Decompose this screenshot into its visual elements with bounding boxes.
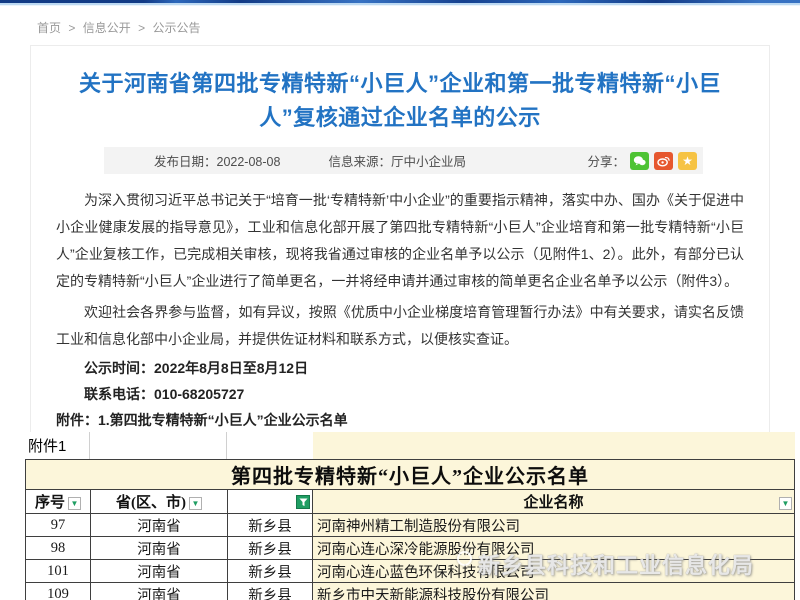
cell-county: 新乡县 <box>228 537 313 560</box>
cell-province: 河南省 <box>91 537 228 560</box>
share-group: 分享： ★ <box>587 151 697 170</box>
header-province-label: 省(区、市) <box>116 495 186 511</box>
attachment-link-1[interactable]: 1.第四批专精特新“小巨人”企业公示名单 <box>98 412 348 428</box>
table-row: 98 河南省 新乡县 河南心连心深冷能源股份有限公司 <box>26 537 795 560</box>
cell-serial: 109 <box>26 583 91 600</box>
annex-yellow-fill <box>313 432 795 459</box>
table-header-row: 序号▼ 省(区、市)▼ 企业名称▼ <box>26 490 795 514</box>
publish-date: 发布日期：2022-08-08 <box>154 151 280 170</box>
page-title: 关于河南省第四批专精特新“小巨人”企业和第一批专精特新“小巨人”复核通过企业名单… <box>69 67 731 135</box>
cell-province: 河南省 <box>91 583 228 600</box>
publicity-period: 公示时间：2022年8月8日至8月12日 <box>56 356 744 382</box>
cell-company: 新乡市中天新能源科技股份有限公司 <box>313 583 795 600</box>
cell-county: 新乡县 <box>228 514 313 537</box>
header-company-label: 企业名称 <box>523 495 583 511</box>
header-province: 省(区、市)▼ <box>91 490 228 514</box>
cell-serial: 101 <box>26 560 91 583</box>
active-filter-funnel-icon[interactable] <box>296 495 310 509</box>
breadcrumb-separator: > <box>68 21 75 35</box>
filter-dropdown-icon[interactable]: ▼ <box>779 497 792 510</box>
breadcrumb: 首页 > 信息公开 > 公示公告 <box>0 6 800 36</box>
qzone-share-icon[interactable]: ★ <box>678 152 697 170</box>
table-row: 101 河南省 新乡县 河南心连心蓝色环保科技有限公司 <box>26 560 795 583</box>
attachments-label: 附件： <box>56 412 98 428</box>
breadcrumb-announcements[interactable]: 公示公告 <box>152 21 200 35</box>
cell-serial: 97 <box>26 514 91 537</box>
share-label: 分享： <box>587 151 625 170</box>
filter-dropdown-icon[interactable]: ▼ <box>68 497 81 510</box>
table-row: 109 河南省 新乡县 新乡市中天新能源科技股份有限公司 <box>26 583 795 600</box>
company-table: 第四批专精特新“小巨人”企业公示名单 序号▼ 省(区、市)▼ 企业名称▼ 97 … <box>25 459 795 600</box>
cell-county: 新乡县 <box>228 560 313 583</box>
article-meta-bar: 发布日期：2022-08-08 信息来源：厅中小企业局 分享： ★ <box>104 147 703 174</box>
header-company: 企业名称 ▼ <box>313 490 795 514</box>
paragraph-1: 为深入贯彻习近平总书记关于“培育一批‘专精特新’中小企业”的重要指示精神，落实中… <box>56 187 744 295</box>
weibo-share-icon[interactable] <box>654 152 673 170</box>
wechat-share-icon[interactable] <box>630 152 649 170</box>
annex1-spreadsheet-image: 附件1 第四批专精特新“小巨人”企业公示名单 序号▼ 省(区、市)▼ 企业名称▼… <box>25 432 795 600</box>
table-title: 第四批专精特新“小巨人”企业公示名单 <box>26 460 795 490</box>
cell-company: 河南神州精工制造股份有限公司 <box>313 514 795 537</box>
table-row: 97 河南省 新乡县 河南神州精工制造股份有限公司 <box>26 514 795 537</box>
breadcrumb-home[interactable]: 首页 <box>37 21 61 35</box>
annex-label-cell: 附件1 <box>25 432 90 459</box>
annex-empty-cell <box>227 432 313 459</box>
contact-phone: 联系电话：010-68205727 <box>56 382 744 408</box>
header-county <box>228 490 313 514</box>
attachment-line-1: 附件：1.第四批专精特新“小巨人”企业公示名单 <box>56 408 744 434</box>
cell-company: 河南心连心深冷能源股份有限公司 <box>313 537 795 560</box>
cell-company: 河南心连心蓝色环保科技有限公司 <box>313 560 795 583</box>
paragraph-2: 欢迎社会各界参与监督，如有异议，按照《优质中小企业梯度培育管理暂行办法》中有关要… <box>56 299 744 353</box>
table-title-row: 第四批专精特新“小巨人”企业公示名单 <box>26 460 795 490</box>
info-source: 信息来源：厅中小企业局 <box>328 151 466 170</box>
header-serial: 序号▼ <box>26 490 91 514</box>
cell-province: 河南省 <box>91 514 228 537</box>
cell-serial: 98 <box>26 537 91 560</box>
annex-empty-cell <box>90 432 227 459</box>
cell-county: 新乡县 <box>228 583 313 600</box>
annex-label-row: 附件1 <box>25 432 795 459</box>
top-nav-bar-highlight <box>0 0 800 3</box>
breadcrumb-info-disclosure[interactable]: 信息公开 <box>83 21 131 35</box>
header-serial-label: 序号 <box>35 495 65 511</box>
breadcrumb-separator: > <box>138 21 145 35</box>
cell-province: 河南省 <box>91 560 228 583</box>
filter-dropdown-icon[interactable]: ▼ <box>189 497 202 510</box>
